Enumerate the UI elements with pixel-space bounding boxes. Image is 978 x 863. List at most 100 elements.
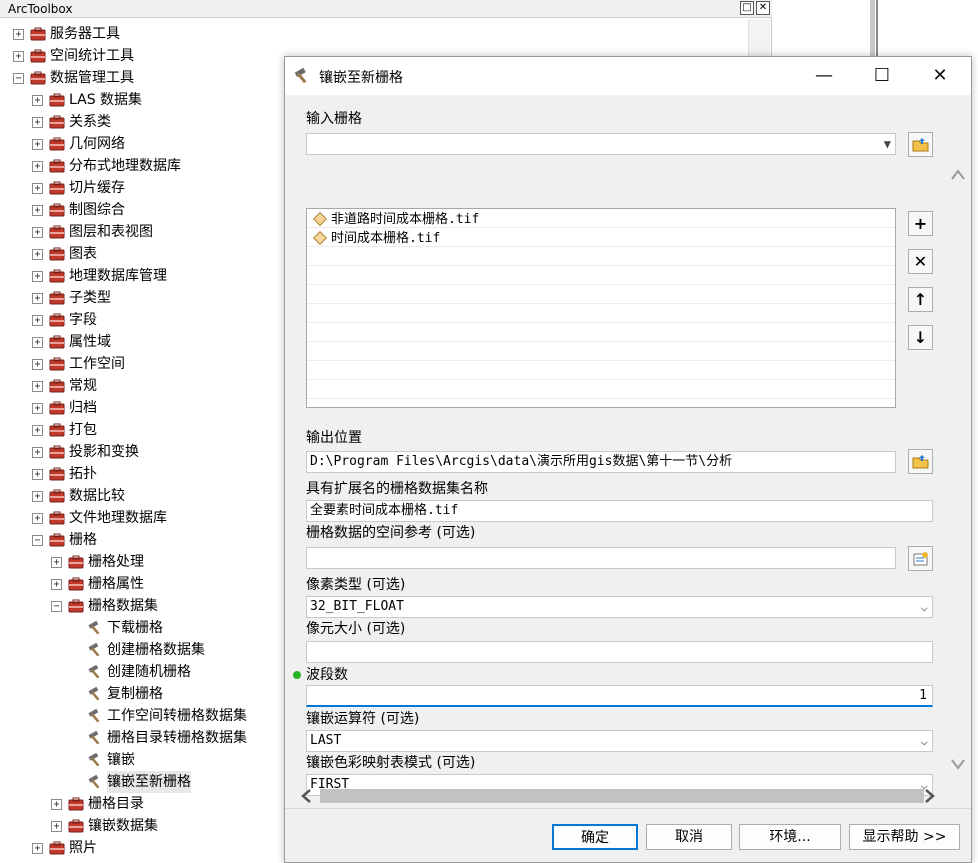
open-folder-icon: [912, 455, 928, 469]
list-row: [307, 380, 895, 399]
add-icon[interactable]: +: [908, 211, 933, 236]
expand-icon[interactable]: +: [32, 403, 43, 414]
expand-icon[interactable]: +: [32, 315, 43, 326]
hammer-icon: [88, 708, 100, 723]
output-location-field[interactable]: D:\Program Files\Arcgis\data\演示所用gis数据\第…: [306, 451, 896, 473]
list-item[interactable]: 时间成本栅格.tif: [311, 229, 440, 248]
mosaic-operator-select[interactable]: LAST ⌵: [306, 730, 933, 752]
bands-field[interactable]: 1: [306, 685, 933, 707]
browse-folder-button[interactable]: [908, 132, 933, 157]
expand-icon[interactable]: +: [32, 227, 43, 238]
ok-button[interactable]: 确定: [552, 824, 638, 850]
toolset-icon: [49, 159, 65, 173]
tree-item-label: 分布式地理数据库: [69, 158, 181, 174]
chevron-down-icon[interactable]: ⌵: [921, 597, 928, 617]
raster-icon: [312, 230, 328, 246]
tree-item-label: 创建随机栅格: [107, 664, 191, 680]
tree-item-label: 关系类: [69, 114, 111, 130]
tree-item-label: 属性域: [69, 334, 111, 350]
dropdown-arrow-icon[interactable]: ▼: [884, 134, 891, 154]
dataset-name-field[interactable]: 全要素时间成本栅格.tif: [306, 500, 933, 522]
expand-icon[interactable]: +: [13, 29, 24, 40]
dialog-vertical-scrollbar[interactable]: [947, 95, 969, 808]
move-down-icon[interactable]: ↓: [908, 325, 933, 350]
expand-icon[interactable]: +: [32, 359, 43, 370]
expand-icon[interactable]: +: [13, 51, 24, 62]
horizontal-scroll-thumb[interactable]: [320, 789, 924, 803]
expand-icon[interactable]: +: [51, 557, 62, 568]
expand-icon[interactable]: +: [32, 249, 43, 260]
tree-item-label: 图层和表视图: [69, 224, 153, 240]
minimize-icon[interactable]: —: [801, 57, 847, 95]
toolset-icon: [49, 379, 65, 393]
toolbox-icon: [30, 27, 46, 41]
show-help-button[interactable]: 显示帮助 >>: [849, 824, 960, 850]
expand-icon[interactable]: +: [32, 183, 43, 194]
pixel-type-value: 32_BIT_FLOAT: [310, 599, 404, 614]
expand-icon[interactable]: +: [32, 843, 43, 854]
expand-icon[interactable]: +: [32, 271, 43, 282]
expand-icon[interactable]: +: [32, 95, 43, 106]
close-icon[interactable]: ✕: [917, 57, 963, 95]
environments-button[interactable]: 环境...: [739, 824, 841, 850]
collapse-icon[interactable]: −: [32, 535, 43, 546]
close-icon[interactable]: ✕: [756, 1, 770, 15]
tree-item-label: 工作空间转栅格数据集: [107, 708, 247, 724]
input-raster-list[interactable]: 非道路时间成本栅格.tif 时间成本栅格.tif: [306, 208, 896, 408]
open-folder-icon: [912, 138, 928, 152]
expand-icon[interactable]: +: [32, 425, 43, 436]
toolset-icon: [49, 137, 65, 151]
expand-icon[interactable]: +: [32, 117, 43, 128]
tree-item-label: 栅格处理: [88, 554, 144, 570]
chevron-down-icon[interactable]: ⌵: [921, 731, 928, 751]
browse-output-button[interactable]: [908, 449, 933, 474]
pixel-type-select[interactable]: 32_BIT_FLOAT ⌵: [306, 596, 933, 618]
tree-item-label: 地理数据库管理: [69, 268, 167, 284]
tree-item-label: 空间统计工具: [50, 48, 134, 64]
expand-icon[interactable]: +: [51, 579, 62, 590]
spatial-reference-field[interactable]: [306, 547, 896, 569]
bands-label: 波段数: [306, 667, 348, 683]
expand-icon[interactable]: +: [32, 469, 43, 480]
move-up-icon[interactable]: ↑: [908, 287, 933, 312]
expand-icon[interactable]: +: [51, 821, 62, 832]
hammer-icon: [88, 642, 100, 657]
expand-icon[interactable]: +: [32, 205, 43, 216]
expand-icon[interactable]: +: [32, 337, 43, 348]
toolset-icon: [49, 181, 65, 195]
tree-item[interactable]: + 服务器工具: [0, 23, 746, 45]
cell-size-field[interactable]: [306, 641, 933, 663]
toolset-icon: [68, 577, 84, 591]
tree-item-label: 镶嵌至新栅格: [107, 771, 191, 793]
collapse-icon[interactable]: −: [13, 73, 24, 84]
dialog-horizontal-scrollbar[interactable]: [297, 787, 947, 805]
expand-icon[interactable]: +: [32, 381, 43, 392]
restore-icon[interactable]: □: [740, 1, 754, 15]
list-row: [307, 304, 895, 323]
expand-icon[interactable]: +: [32, 293, 43, 304]
expand-icon[interactable]: +: [32, 161, 43, 172]
toolbox-icon: [30, 49, 46, 63]
list-row: [307, 323, 895, 342]
cancel-button[interactable]: 取消: [646, 824, 732, 850]
expand-icon[interactable]: +: [32, 139, 43, 150]
expand-icon[interactable]: +: [32, 513, 43, 524]
spatial-reference-button[interactable]: [908, 546, 933, 571]
list-row: [307, 342, 895, 361]
background-divider-dark: [876, 0, 878, 60]
tree-item-label: 镶嵌数据集: [88, 818, 158, 834]
remove-icon[interactable]: ✕: [908, 249, 933, 274]
expand-icon[interactable]: +: [32, 491, 43, 502]
list-item[interactable]: 非道路时间成本栅格.tif: [311, 210, 479, 229]
tree-item-label: 子类型: [69, 290, 111, 306]
input-raster-combo[interactable]: ▼: [306, 133, 896, 155]
toolset-icon: [68, 819, 84, 833]
list-row: [307, 285, 895, 304]
dialog-body: 输入栅格 ▼ 非道路时间成本栅格.tif 时间成本栅格.tif + ✕ ↑ ↓ 输…: [285, 95, 971, 808]
expand-icon[interactable]: +: [32, 447, 43, 458]
toolset-icon: [68, 599, 84, 613]
collapse-icon[interactable]: −: [51, 601, 62, 612]
pixel-type-label: 像素类型 (可选): [306, 577, 406, 593]
expand-icon[interactable]: +: [51, 799, 62, 810]
maximize-icon[interactable]: ☐: [859, 57, 905, 95]
